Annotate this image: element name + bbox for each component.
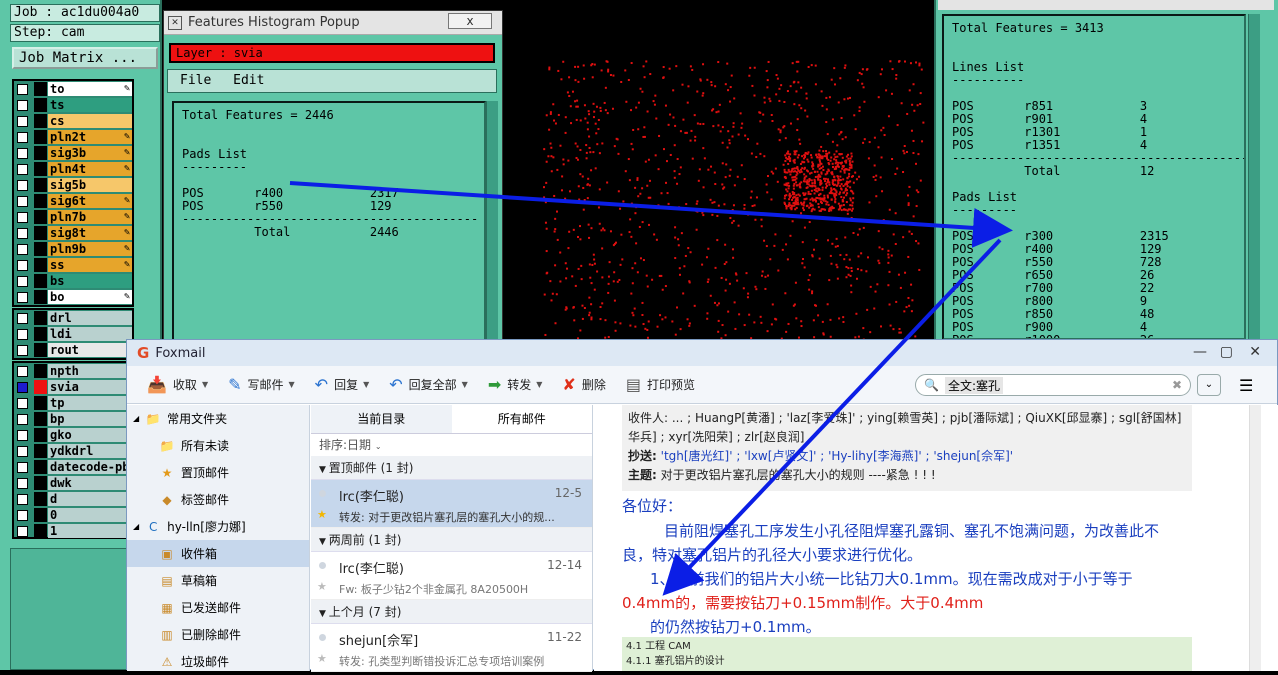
annotation-arrows	[0, 0, 1278, 670]
arrow-to-mail-body	[668, 240, 1000, 590]
arrow-to-right-panel	[290, 183, 1005, 230]
